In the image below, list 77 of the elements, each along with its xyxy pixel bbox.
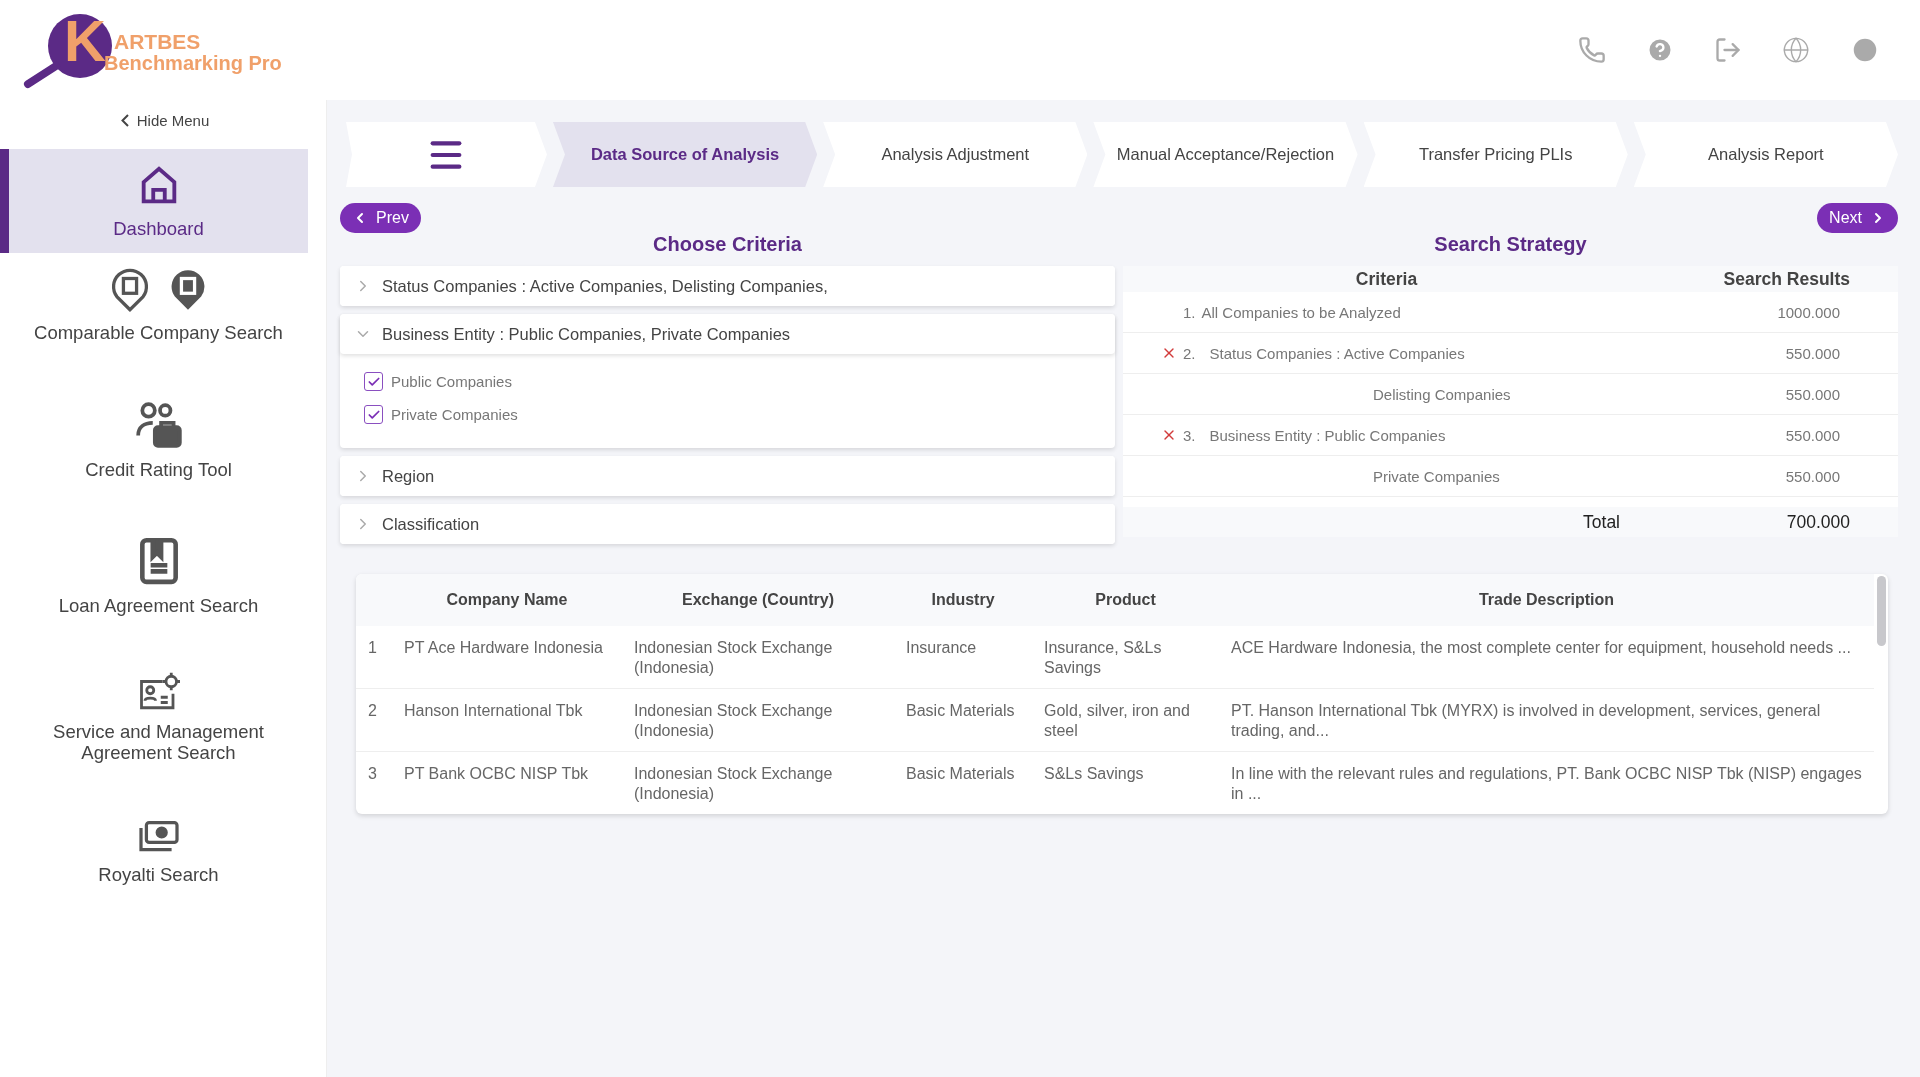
next-button[interactable]: Next xyxy=(1817,203,1898,233)
table-cell: Gold, silver, iron and steel xyxy=(1032,688,1219,752)
table-cell: PT Bank OCBC NISP Tbk xyxy=(392,751,622,814)
table-cell: Basic Materials xyxy=(894,688,1032,752)
table-cell: Indonesian Stock Exchange (Indonesia) xyxy=(622,751,894,814)
book-icon xyxy=(137,536,180,587)
section-title: Choose Criteria xyxy=(652,233,803,256)
step-tab[interactable]: Transfer Pricing PLIs xyxy=(1363,122,1628,187)
total-value: 700.000 xyxy=(1785,511,1850,533)
total-label: Total xyxy=(1582,511,1621,533)
table-cell: PT Ace Hardware Indonesia xyxy=(392,626,622,689)
accordion-header[interactable]: Classification xyxy=(340,504,1115,544)
column-header: Trade Description xyxy=(1219,574,1874,626)
step-tab[interactable]: Analysis Adjustment xyxy=(823,122,1088,187)
sidebar-item[interactable]: Comparable Company Search xyxy=(0,253,308,358)
sidebar-item[interactable]: Dashboard xyxy=(0,149,308,254)
result-value: 550.000 xyxy=(1784,426,1841,444)
phone-icon[interactable] xyxy=(1578,36,1606,64)
checkbox[interactable] xyxy=(364,372,383,391)
hide-menu-button[interactable]: Hide Menu xyxy=(120,106,210,135)
chevron-left-icon xyxy=(120,114,129,127)
logo-name: ARTBES xyxy=(114,30,202,52)
table-cell: In line with the relevant rules and regulations, PT. Bank OCBC NISP Tbk (NISP) engages in ... xyxy=(1219,751,1874,814)
column-header: Criteria xyxy=(1354,268,1419,290)
row-index: 3 xyxy=(356,751,392,814)
accordion-header[interactable]: Region xyxy=(340,456,1115,496)
column-header: Company Name xyxy=(392,574,622,626)
table-cell: Indonesian Stock Exchange (Indonesia) xyxy=(622,688,894,752)
column-header: Product xyxy=(1032,574,1219,626)
logo-letter: K xyxy=(64,12,106,70)
result-value: 1000.000 xyxy=(1776,303,1841,321)
column-header: Industry xyxy=(894,574,1032,626)
result-value: 550.000 xyxy=(1784,344,1841,362)
sidebar-item[interactable]: Service and Management Agreement Search xyxy=(0,658,308,778)
row-index: 2 xyxy=(356,688,392,752)
sidebar-item[interactable]: Loan Agreement Search xyxy=(0,522,308,631)
table-cell: Indonesian Stock Exchange (Indonesia) xyxy=(622,626,894,689)
result-value: 550.000 xyxy=(1784,467,1841,485)
row-number: 2. xyxy=(1183,344,1196,362)
checkbox[interactable] xyxy=(364,405,383,424)
menu-button[interactable] xyxy=(346,122,547,187)
column-header: Exchange (Country) xyxy=(622,574,894,626)
people-briefcase-icon xyxy=(133,399,184,450)
criteria-text: All Companies to be Analyzed xyxy=(1201,303,1401,321)
accordion-header[interactable]: Status Companies : Active Companies, Delisting Companies, xyxy=(340,266,1115,306)
column-header: Search Results xyxy=(1722,268,1850,290)
step-tab[interactable]: Analysis Report xyxy=(1633,122,1898,187)
sidebar-item[interactable]: Credit Rating Tool xyxy=(0,385,308,495)
checkbox-label: Public Companies xyxy=(391,373,512,390)
step-tab[interactable]: Manual Acceptance/Rejection xyxy=(1093,122,1358,187)
criteria-text: Delisting Companies xyxy=(1373,385,1511,403)
criteria-text: Private Companies xyxy=(1373,467,1500,485)
table-cell: S&Ls Savings xyxy=(1032,751,1219,814)
scrollbar[interactable] xyxy=(1877,576,1886,646)
row-number: 3. xyxy=(1183,426,1196,444)
table-cell: Basic Materials xyxy=(894,751,1032,814)
row-index: 1 xyxy=(356,626,392,689)
accordion-header[interactable]: Business Entity : Public Companies, Private Companies xyxy=(340,314,1115,354)
help-icon[interactable] xyxy=(1646,36,1674,64)
table-cell: Insurance xyxy=(894,626,1032,689)
prev-button[interactable]: Prev xyxy=(340,203,421,233)
table-cell: Insurance, S&Ls Savings xyxy=(1032,626,1219,689)
step-tab[interactable]: Data Source of Analysis xyxy=(552,122,818,187)
table-cell: ACE Hardware Indonesia, the most complete center for equipment, household needs ... xyxy=(1219,626,1874,689)
section-title: Search Strategy xyxy=(1433,233,1588,256)
location-pin-icon xyxy=(109,267,150,314)
checkbox-label: Private Companies xyxy=(391,406,518,423)
logo-tagline: Benchmarking Pro xyxy=(104,51,282,74)
table-cell: PT. Hanson International Tbk (MYRX) is involved in development, services, general trading, and... xyxy=(1219,688,1874,752)
logout-icon[interactable] xyxy=(1714,36,1742,64)
criteria-text: Status Companies : Active Companies xyxy=(1209,344,1465,362)
globe-icon[interactable] xyxy=(1782,36,1810,64)
table-cell: Hanson International Tbk xyxy=(392,688,622,752)
criteria-text: Business Entity : Public Companies xyxy=(1209,426,1446,444)
sidebar-item[interactable]: Royalti Search xyxy=(0,805,308,900)
result-value: 550.000 xyxy=(1784,385,1841,403)
row-number: 1. xyxy=(1183,303,1196,321)
